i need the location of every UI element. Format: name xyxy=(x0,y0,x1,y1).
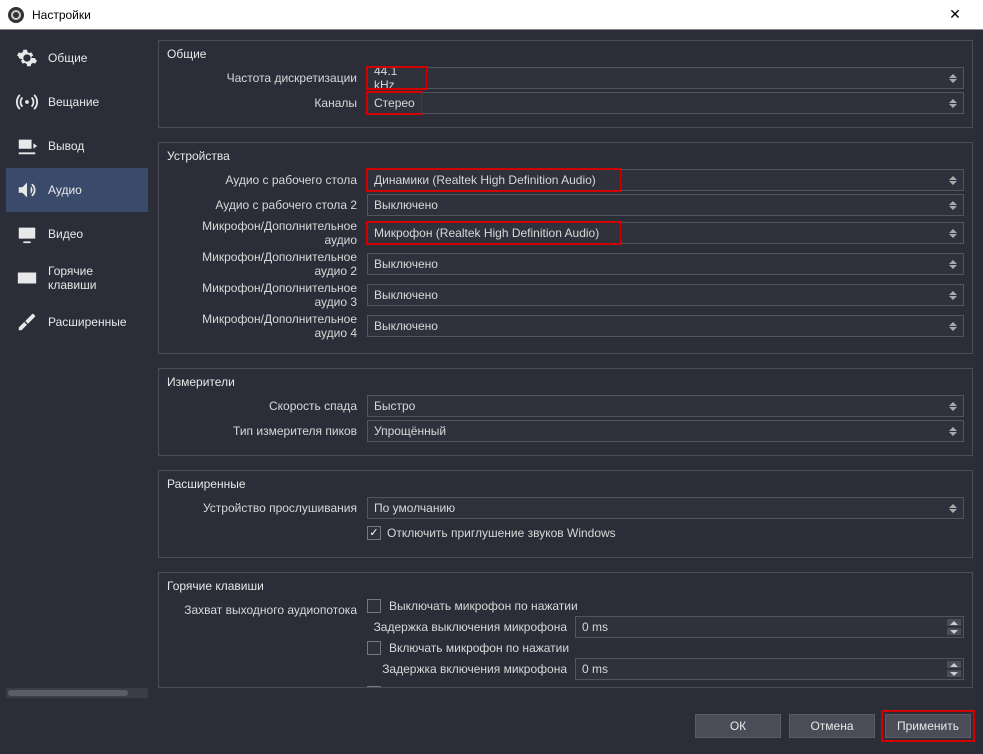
desktop-audio-2-dropdown[interactable]: Выключено xyxy=(367,194,964,216)
unmute-push-checkbox[interactable] xyxy=(367,641,381,655)
panel-general: Общие Частота дискретизации 44.1 kHz Кан… xyxy=(158,40,973,128)
mic-audio-dropdown[interactable]: Микрофон (Realtek High Definition Audio) xyxy=(367,222,621,244)
decay-rate-label: Скорость спада xyxy=(167,399,367,413)
sample-rate-dropdown-ext[interactable] xyxy=(427,67,964,89)
panel-hotkeys: Горячие клавиши Захват выходного аудиопо… xyxy=(158,572,973,688)
sidebar-item-advanced[interactable]: Расширенные xyxy=(6,300,148,344)
desktop-audio-2-label: Аудио с рабочего стола 2 xyxy=(167,198,367,212)
mic-audio-3-dropdown[interactable]: Выключено xyxy=(367,284,964,306)
channels-dropdown[interactable]: Стерео xyxy=(367,92,422,114)
spinner-icon xyxy=(949,423,961,439)
disable-ducking-label: Отключить приглушение звуков Windows xyxy=(387,526,616,540)
mute-delay-input[interactable]: 0 ms xyxy=(575,616,964,638)
peak-meter-dropdown[interactable]: Упрощённый xyxy=(367,420,964,442)
browser-source-label: Браузер xyxy=(167,686,367,688)
spinner-icon xyxy=(949,197,961,213)
sidebar-item-label: Видео xyxy=(48,227,83,241)
spinner-icon xyxy=(949,70,961,86)
spinner-icon xyxy=(949,318,961,334)
browser-mute-push-label: Выключать микрофон по нажатии xyxy=(389,686,578,688)
disable-ducking-checkbox[interactable] xyxy=(367,526,381,540)
video-icon xyxy=(16,223,38,245)
sidebar-item-video[interactable]: Видео xyxy=(6,212,148,256)
gear-icon xyxy=(16,47,38,69)
sidebar-item-general[interactable]: Общие xyxy=(6,36,148,80)
browser-mute-push-checkbox[interactable] xyxy=(367,686,381,688)
spinner-icon xyxy=(949,287,961,303)
mute-push-checkbox[interactable] xyxy=(367,599,381,613)
audio-icon xyxy=(16,179,38,201)
sample-rate-label: Частота дискретизации xyxy=(167,71,367,85)
titlebar: Настройки ✕ xyxy=(0,0,983,30)
broadcast-icon xyxy=(16,91,38,113)
chevron-up-icon[interactable] xyxy=(947,619,961,626)
mic-audio-label: Микрофон/Дополнительное аудио xyxy=(167,219,367,247)
decay-rate-dropdown[interactable]: Быстро xyxy=(367,395,964,417)
app-icon xyxy=(8,7,24,23)
desktop-audio-dropdown[interactable]: Динамики (Realtek High Definition Audio) xyxy=(367,169,621,191)
mic-audio-2-label: Микрофон/Дополнительное аудио 2 xyxy=(167,250,367,278)
mic-audio-4-label: Микрофон/Дополнительное аудио 4 xyxy=(167,312,367,340)
window-title: Настройки xyxy=(32,8,935,22)
panel-meters: Измерители Скорость спада Быстро Тип изм… xyxy=(158,368,973,456)
spinner-icon xyxy=(949,95,961,111)
monitoring-device-label: Устройство прослушивания xyxy=(167,501,367,515)
sidebar-item-label: Аудио xyxy=(48,183,82,197)
peak-meter-label: Тип измерителя пиков xyxy=(167,424,367,438)
sidebar-item-label: Вещание xyxy=(48,95,99,109)
sidebar: Общие Вещание Вывод Аудио Видео Горячие … xyxy=(6,36,148,698)
panel-title: Горячие клавиши xyxy=(167,579,964,593)
spinner-icon xyxy=(949,225,961,241)
spinner-icon xyxy=(949,256,961,272)
panel-title: Общие xyxy=(167,47,964,61)
sidebar-item-label: Вывод xyxy=(48,139,84,153)
panel-title: Расширенные xyxy=(167,477,964,491)
footer: ОК Отмена Применить xyxy=(0,704,983,748)
panel-advanced: Расширенные Устройство прослушивания По … xyxy=(158,470,973,558)
desktop-audio-dropdown-ext[interactable] xyxy=(621,169,964,191)
keyboard-icon xyxy=(16,267,38,289)
spinner-icon xyxy=(949,172,961,188)
unmute-delay-label: Задержка включения микрофона xyxy=(367,662,567,676)
spinner-icon xyxy=(949,500,961,516)
mic-audio-dropdown-ext[interactable] xyxy=(621,222,964,244)
ok-button[interactable]: ОК xyxy=(695,714,781,738)
tools-icon xyxy=(16,311,38,333)
apply-highlight: Применить xyxy=(883,712,973,740)
sidebar-item-stream[interactable]: Вещание xyxy=(6,80,148,124)
panel-devices: Устройства Аудио с рабочего стола Динами… xyxy=(158,142,973,354)
mic-audio-4-dropdown[interactable]: Выключено xyxy=(367,315,964,337)
mic-audio-2-dropdown[interactable]: Выключено xyxy=(367,253,964,275)
mute-delay-label: Задержка выключения микрофона xyxy=(367,620,567,634)
sidebar-item-output[interactable]: Вывод xyxy=(6,124,148,168)
chevron-down-icon[interactable] xyxy=(947,670,961,677)
desktop-audio-label: Аудио с рабочего стола xyxy=(167,173,367,187)
output-icon xyxy=(16,135,38,157)
sidebar-item-hotkeys[interactable]: Горячие клавиши xyxy=(6,256,148,300)
monitoring-device-dropdown[interactable]: По умолчанию xyxy=(367,497,964,519)
chevron-down-icon[interactable] xyxy=(947,628,961,635)
apply-button[interactable]: Применить xyxy=(885,714,971,738)
close-button[interactable]: ✕ xyxy=(935,6,975,23)
output-capture-label: Захват выходного аудиопотока xyxy=(167,599,367,617)
content-area: Общие Частота дискретизации 44.1 kHz Кан… xyxy=(154,36,977,698)
sidebar-item-label: Горячие клавиши xyxy=(48,264,138,292)
sidebar-item-audio[interactable]: Аудио xyxy=(6,168,148,212)
spinner-icon xyxy=(949,398,961,414)
channels-label: Каналы xyxy=(167,96,367,110)
chevron-up-icon[interactable] xyxy=(947,661,961,668)
sidebar-item-label: Расширенные xyxy=(48,315,127,329)
panel-title: Измерители xyxy=(167,375,964,389)
panel-title: Устройства xyxy=(167,149,964,163)
sidebar-scrollbar[interactable] xyxy=(6,688,148,698)
cancel-button[interactable]: Отмена xyxy=(789,714,875,738)
unmute-push-label: Включать микрофон по нажатии xyxy=(389,641,569,655)
mute-push-label: Выключать микрофон по нажатии xyxy=(389,599,578,613)
sidebar-item-label: Общие xyxy=(48,51,87,65)
unmute-delay-input[interactable]: 0 ms xyxy=(575,658,964,680)
channels-dropdown-ext[interactable] xyxy=(422,92,964,114)
sample-rate-dropdown[interactable]: 44.1 kHz xyxy=(367,67,427,89)
mic-audio-3-label: Микрофон/Дополнительное аудио 3 xyxy=(167,281,367,309)
